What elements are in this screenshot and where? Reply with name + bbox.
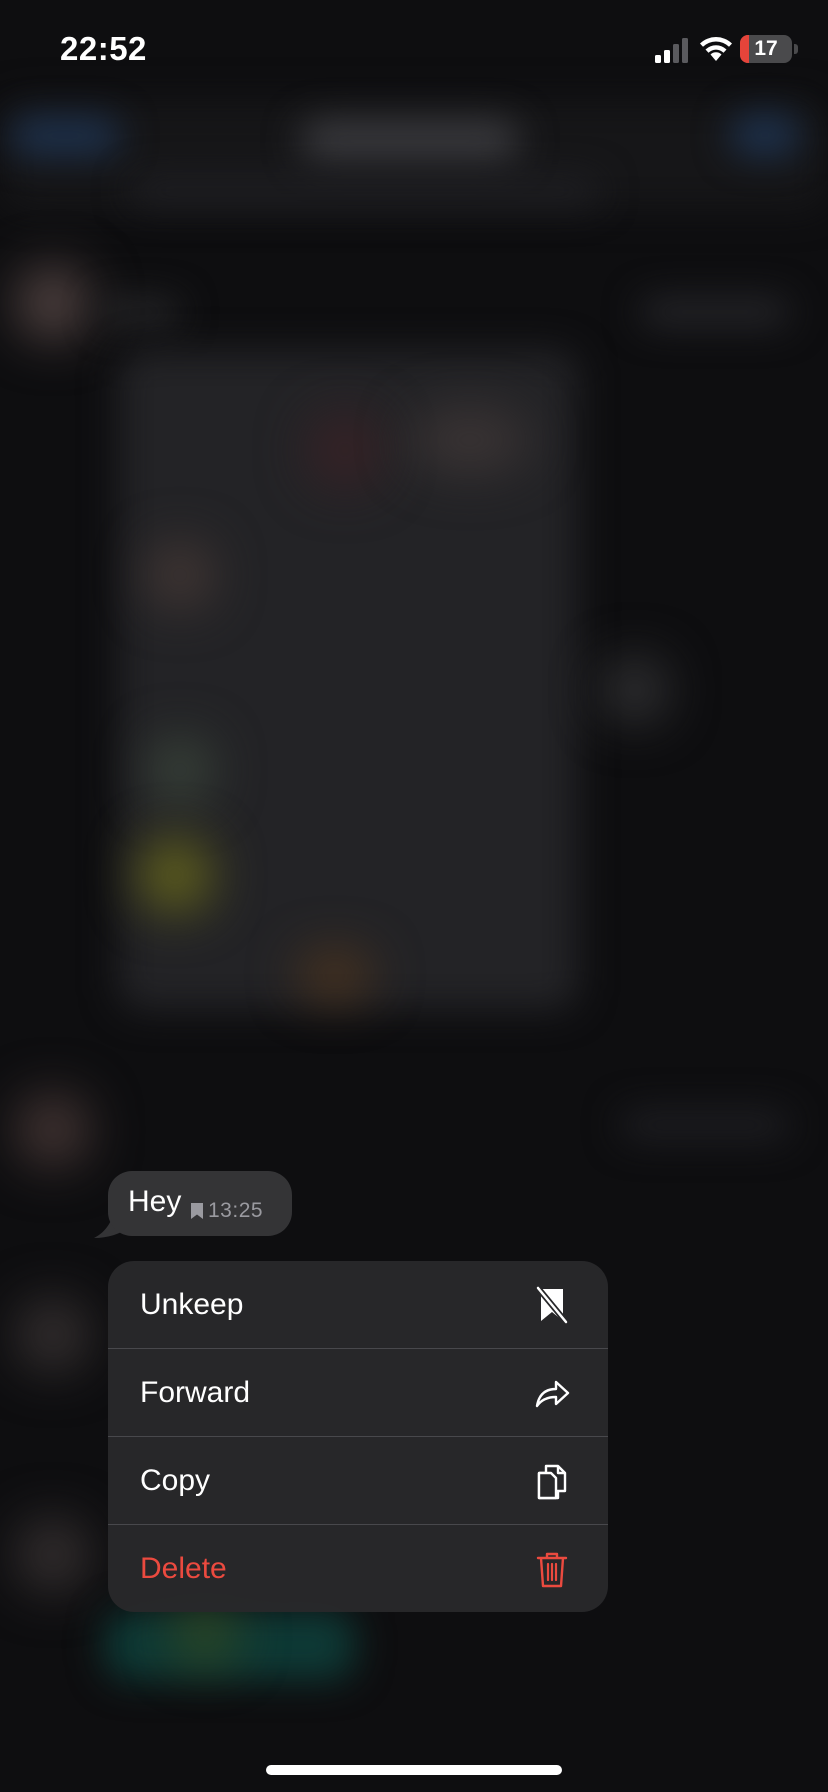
home-indicator[interactable] [266,1765,562,1775]
battery-tip [794,44,798,54]
message-meta: 13:25 [190,1199,263,1223]
message-text: Hey [128,1185,182,1218]
bookmark-icon [191,1203,203,1219]
menu-item-label: Forward [140,1375,251,1409]
menu-item-label: Unkeep [140,1287,244,1321]
battery-level: 17 [754,37,778,60]
menu-item-unkeep[interactable]: Unkeep [108,1261,608,1349]
cellular-signal-icon [655,38,688,63]
status-bar: 22:52 17 [0,0,828,100]
unbookmark-icon [535,1285,569,1324]
message-bubble[interactable]: Hey 13:25 [108,1171,292,1236]
menu-item-copy[interactable]: Copy [108,1437,608,1525]
wifi-icon [700,37,732,61]
forward-arrow-icon [535,1380,570,1407]
battery-indicator: 17 [740,35,792,63]
message-time: 13:25 [208,1199,264,1222]
context-menu: Unkeep Forward Copy Delete [108,1261,608,1612]
menu-item-delete[interactable]: Delete [108,1525,608,1612]
copy-icon [537,1464,567,1499]
menu-item-forward[interactable]: Forward [108,1349,608,1437]
trash-icon [536,1552,568,1588]
status-time: 22:52 [60,30,147,67]
menu-item-label: Copy [140,1463,211,1497]
menu-item-label: Delete [140,1552,227,1585]
